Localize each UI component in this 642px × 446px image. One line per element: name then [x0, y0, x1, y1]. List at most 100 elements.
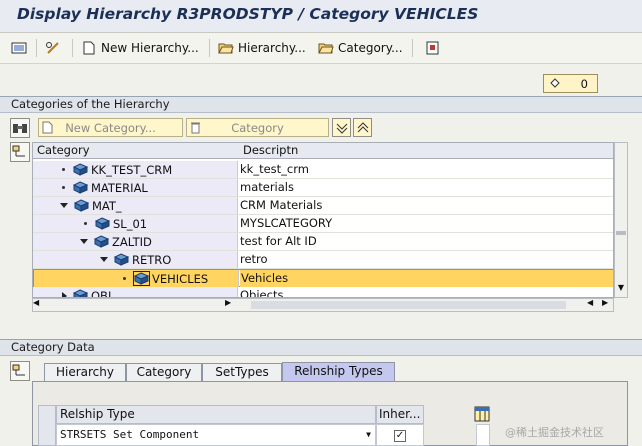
tree-row[interactable]: KK_TEST_CRM kk_test_crm	[33, 161, 613, 179]
category-cube-icon	[113, 253, 130, 266]
grid-right-filler	[476, 424, 490, 446]
scroll-left-arrow-icon[interactable]: ◀	[33, 298, 39, 307]
edit-toggle-button[interactable]	[45, 38, 61, 58]
where-used-icon	[425, 41, 441, 55]
category-description: retro	[240, 252, 268, 266]
category-cube-icon	[73, 199, 90, 212]
column-header-inherited[interactable]: Inher...	[376, 405, 424, 424]
where-used-button[interactable]	[425, 38, 441, 58]
category-cube-icon	[93, 235, 110, 248]
chevron-down-icon	[335, 122, 349, 137]
category-name: VEHICLES	[152, 271, 209, 286]
open-folder-icon	[218, 41, 234, 55]
row-selector-column[interactable]	[38, 405, 56, 446]
expand-triangle-icon[interactable]	[80, 239, 88, 244]
dropdown-arrow-icon[interactable]: ▼	[366, 425, 371, 445]
scroll-down-arrow-icon[interactable]: ▼	[616, 283, 626, 295]
binoculars-icon	[12, 121, 28, 138]
scroll-thumb[interactable]	[251, 301, 566, 309]
new-document-icon	[42, 121, 53, 137]
category-description: Vehicles	[240, 270, 613, 287]
expand-button[interactable]	[353, 118, 372, 137]
tree-row[interactable]: MAT_ CRM Materials	[33, 197, 613, 215]
tree-row-selected[interactable]: VEHICLES Vehicles	[33, 269, 613, 287]
category-name: OBJ	[91, 288, 112, 298]
inherited-cell: ✓	[376, 424, 424, 446]
category-cube-icon	[72, 289, 89, 297]
diamond-icon	[550, 77, 560, 91]
tab-category[interactable]: Category	[126, 363, 202, 381]
watermark-text: @稀土掘金技术社区	[505, 426, 604, 439]
open-hierarchy-button[interactable]: Hierarchy...	[218, 38, 306, 58]
leaf-bullet-icon	[62, 168, 65, 171]
category-data-section-header: Category Data	[0, 339, 642, 356]
column-header-relship-type[interactable]: Relship Type	[56, 405, 376, 424]
tab-hierarchy[interactable]: Hierarchy	[44, 363, 126, 381]
pencil-glasses-icon	[45, 41, 61, 55]
category-button-label: Category	[231, 120, 284, 135]
expand-all-button[interactable]	[10, 118, 30, 138]
table-settings-icon[interactable]	[474, 406, 490, 422]
relship-type-value: STRSETS Set Component	[60, 428, 200, 441]
hierarchy-node-button[interactable]	[10, 142, 30, 162]
counter-value: 0	[580, 76, 588, 91]
relship-type-cell[interactable]: STRSETS Set Component ▼	[56, 424, 376, 446]
category-tree: Category Descriptn KK_TEST_CRM kk_test_c…	[32, 142, 614, 298]
category-cube-icon	[72, 181, 89, 194]
category-description: materials	[240, 180, 294, 194]
category-description: CRM Materials	[240, 198, 323, 212]
category-description: Objects	[240, 288, 284, 298]
horizontal-scrollbar[interactable]: ◀ ▶ ◀ ▶	[32, 298, 614, 312]
scroll-right-arrow-icon[interactable]: ▶	[225, 298, 231, 307]
category-data-toggle-button[interactable]	[10, 361, 30, 381]
expand-triangle-icon[interactable]	[60, 203, 68, 208]
page-title: Display Hierarchy R3PRODSTYP / Category …	[17, 5, 479, 23]
category-cube-icon	[72, 163, 89, 176]
category-description: MYSLCATEGORY	[240, 216, 333, 230]
hierarchy-label: Hierarchy...	[238, 41, 306, 55]
tree-row[interactable]: ZALTID test for Alt ID	[33, 233, 613, 251]
message-counter[interactable]: 0	[543, 74, 598, 93]
hierarchy-section-header: Categories of the Hierarchy	[0, 96, 642, 113]
tree-row[interactable]: SL_01 MYSLCATEGORY	[33, 215, 613, 233]
tab-settypes[interactable]: SetTypes	[202, 363, 282, 381]
category-name: SL_01	[113, 216, 148, 231]
tree-row[interactable]: RETRO retro	[33, 251, 613, 269]
expand-triangle-icon[interactable]	[100, 257, 108, 262]
vertical-scrollbar[interactable]: ▼	[614, 142, 628, 298]
column-header-category[interactable]: Category	[33, 143, 239, 159]
toolbar-separator	[412, 39, 413, 57]
open-folder-icon	[318, 41, 334, 55]
delete-category-button[interactable]: Category	[186, 118, 329, 137]
category-label: Category...	[338, 41, 403, 55]
category-cube-icon	[94, 217, 111, 230]
category-name: ZALTID	[112, 234, 152, 249]
scroll-right-arrow-icon[interactable]: ▶	[602, 298, 608, 307]
scroll-left-arrow-icon[interactable]: ◀	[587, 298, 593, 307]
category-name: MATERIAL	[91, 180, 148, 195]
category-cube-icon	[133, 271, 150, 286]
new-category-input[interactable]: New Category...	[38, 118, 183, 137]
category-name: KK_TEST_CRM	[91, 162, 173, 177]
scroll-thumb[interactable]	[616, 231, 626, 235]
list-icon	[11, 41, 27, 55]
tab-relationship-types[interactable]: Relnship Types	[282, 362, 395, 381]
column-header-description[interactable]: Descriptn	[239, 143, 613, 159]
inherited-checkbox[interactable]: ✓	[394, 430, 406, 442]
tree-icon	[12, 364, 28, 381]
category-description: kk_test_crm	[240, 162, 309, 176]
leaf-bullet-icon	[62, 186, 65, 189]
open-category-button[interactable]: Category...	[318, 38, 403, 58]
new-category-placeholder: New Category...	[65, 120, 156, 135]
toolbar-separator	[72, 39, 73, 57]
leaf-bullet-icon	[123, 277, 126, 280]
toolbar-separator	[36, 39, 37, 57]
collapse-button[interactable]	[332, 118, 351, 137]
leaf-bullet-icon	[84, 222, 87, 225]
chevron-up-icon	[356, 122, 370, 137]
tree-row[interactable]: MATERIAL materials	[33, 179, 613, 197]
trash-icon	[190, 121, 201, 137]
new-hierarchy-button[interactable]: New Hierarchy...	[81, 38, 199, 58]
tree-row[interactable]: OBJ Objects	[33, 287, 613, 298]
list-view-button[interactable]	[11, 38, 27, 58]
